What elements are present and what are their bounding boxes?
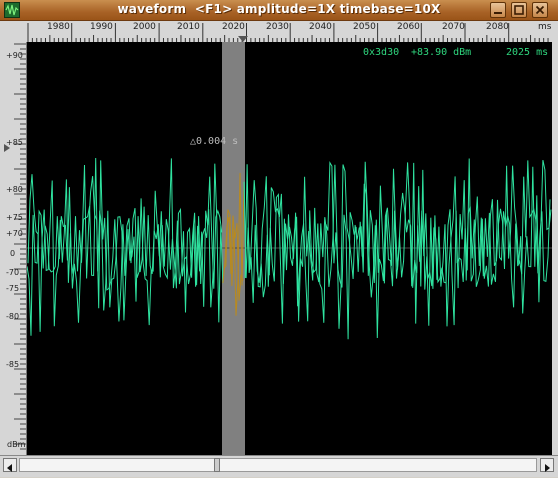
ruler-label: 2060: [397, 22, 420, 32]
axis-label: 0: [10, 249, 16, 258]
arrow-left-icon: [7, 464, 12, 472]
ruler-label: 2070: [442, 22, 465, 32]
scroll-track[interactable]: [19, 458, 537, 472]
right-edge: [552, 42, 558, 455]
axis-label: +85: [6, 138, 23, 147]
axis-label: +75: [6, 213, 23, 222]
delta-marker-label: △0.004 s: [190, 136, 239, 147]
minimize-button[interactable]: [490, 2, 506, 18]
close-icon: [535, 5, 545, 15]
waveform-trace: [244, 158, 551, 340]
ruler-unit: ms: [538, 22, 552, 32]
ruler-label: 2010: [177, 22, 200, 32]
close-button[interactable]: [532, 2, 548, 18]
axis-label: -75: [6, 284, 20, 293]
offset-readout: 0x3d30: [363, 47, 400, 58]
ruler-label: 1980: [47, 22, 70, 32]
axis-label: +80: [6, 185, 23, 194]
arrow-right-icon: [545, 464, 550, 472]
title-bar[interactable]: waveform <F1> amplitude=1X timebase=10X: [0, 0, 558, 21]
waveform-canvas[interactable]: [27, 42, 552, 455]
ruler-label: 2050: [353, 22, 376, 32]
ruler-label: 2040: [309, 22, 332, 32]
minimize-icon: [494, 12, 502, 14]
time-ruler[interactable]: 1980 1990 2000 2010 2020 2030 2040 2050 …: [0, 21, 558, 43]
horizontal-scrollbar[interactable]: [0, 455, 558, 477]
waveform-trace: [243, 159, 552, 339]
ruler-label: 2080: [486, 22, 509, 32]
ruler-label: 2000: [133, 22, 156, 32]
window-title: waveform <F1> amplitude=1X timebase=10X: [117, 2, 441, 16]
amplitude-axis[interactable]: +90 +85 +80 +75 +70 0 -70 -75 -80 -85 dB…: [0, 42, 27, 455]
scroll-right-button[interactable]: [540, 458, 554, 472]
ruler-label: 2030: [266, 22, 289, 32]
axis-label: -80: [6, 312, 20, 321]
ruler-label: 1990: [90, 22, 113, 32]
axis-label: +70: [6, 229, 23, 238]
waveform-plot[interactable]: 0x3d30 +83.90 dBm 2025 ms △0.004 s: [27, 42, 552, 455]
scroll-left-button[interactable]: [3, 458, 17, 472]
axis-label: +90: [6, 51, 23, 60]
maximize-button[interactable]: [511, 2, 527, 18]
ruler-label: 2020: [222, 22, 245, 32]
axis-unit: dBm: [7, 440, 26, 449]
waveform-trace: [27, 157, 224, 336]
time-readout: 2025 ms: [506, 47, 549, 58]
scroll-thumb[interactable]: [214, 458, 220, 472]
maximize-icon: [514, 5, 524, 15]
axis-label: -70: [6, 268, 20, 277]
axis-label: -85: [6, 360, 20, 369]
level-readout: +83.90 dBm: [411, 47, 472, 58]
